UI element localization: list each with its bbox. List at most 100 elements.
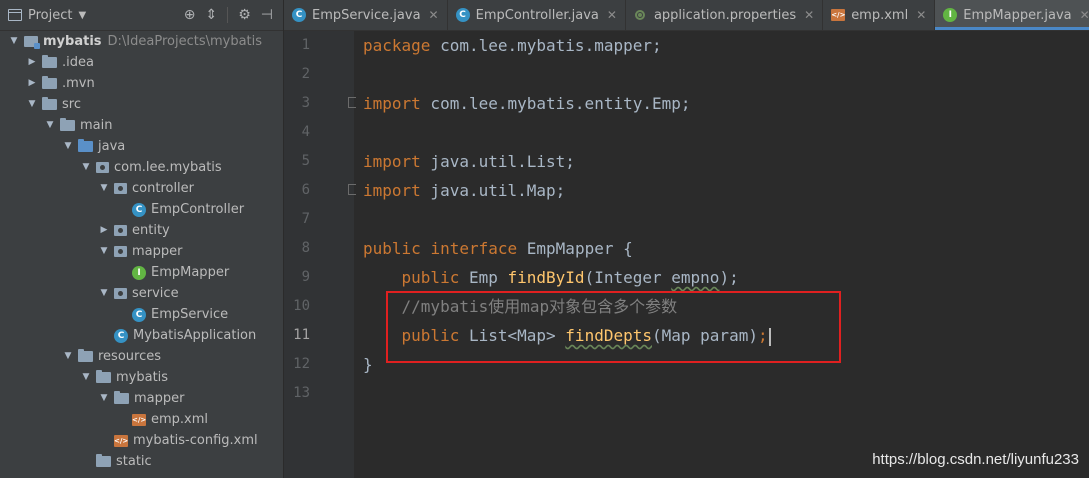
chevron-right-icon[interactable]: ▶ [26, 52, 38, 73]
tree-item-mvn[interactable]: ▶ .mvn [26, 73, 95, 94]
code-text: } [363, 355, 373, 374]
tree-item-main[interactable]: ▼ main [44, 115, 112, 136]
close-icon[interactable]: ✕ [804, 8, 814, 22]
package-icon [96, 162, 109, 173]
folder-icon [42, 76, 57, 89]
code-line-1: package com.lee.mybatis.mapper; [363, 31, 662, 60]
line-number: 5 [301, 153, 310, 169]
properties-file-icon [634, 8, 648, 22]
red-highlight-box [386, 291, 841, 363]
code-text: com.lee.mybatis.mapper; [430, 36, 662, 55]
tree-item-mapper-folder[interactable]: ▼ mapper [98, 388, 184, 409]
chevron-down-icon[interactable]: ▼ [62, 346, 74, 367]
chevron-down-icon[interactable]: ▼ [80, 367, 92, 388]
tree-item-entity[interactable]: ▶ entity [98, 220, 170, 241]
tab-label: EmpMapper.java [963, 7, 1072, 23]
keyword: package [363, 36, 431, 55]
chevron-down-icon[interactable]: ▼ [80, 157, 92, 178]
line-number: 4 [301, 124, 310, 140]
package-icon [114, 288, 127, 299]
close-icon[interactable]: ✕ [429, 8, 439, 22]
tree-item-label: mybatis [116, 370, 169, 385]
code-editor[interactable]: 1 2 3 4 5 6 7 8 9 10 11 12 13 package co… [284, 31, 1089, 478]
tree-item-label: .idea [62, 55, 94, 70]
chevron-down-icon[interactable]: ▼ [78, 10, 86, 21]
code-line-5: import java.util.List; [363, 147, 575, 176]
chevron-right-icon[interactable]: ▶ [26, 73, 38, 94]
tree-item-mapper-package[interactable]: ▼ mapper [98, 241, 183, 262]
line-number: 1 [301, 37, 310, 53]
locate-file-icon[interactable]: ⊕ [184, 7, 196, 23]
chevron-down-icon[interactable]: ▼ [44, 115, 56, 136]
gear-icon[interactable]: ⚙ [238, 7, 251, 23]
tree-item-label: controller [132, 181, 195, 196]
tree-item-label: java [98, 139, 126, 154]
line-number: 3 [301, 95, 310, 111]
code-line-8: public interface EmpMapper { [363, 234, 633, 263]
tree-item-mybatis-resources[interactable]: ▼ mybatis [80, 367, 168, 388]
tab-empmapper-java[interactable]: I EmpMapper.java ✕ [935, 0, 1089, 30]
tree-item-empservice[interactable]: C EmpService [132, 304, 228, 325]
tree-item-java[interactable]: ▼ java [62, 136, 125, 157]
project-window-icon [8, 9, 22, 21]
line-number-gutter: 1 2 3 4 5 6 7 8 9 10 11 12 13 [284, 31, 356, 478]
tree-item-empmapper[interactable]: I EmpMapper [132, 262, 229, 283]
tree-item-com-lee-mybatis[interactable]: ▼ com.lee.mybatis [80, 157, 222, 178]
code-text: ); [719, 268, 739, 287]
tree-item-label: entity [132, 223, 170, 238]
tree-item-label: mybatis [43, 34, 102, 49]
class-icon: C [132, 307, 146, 322]
tree-item-src[interactable]: ▼ src [26, 94, 81, 115]
tree-item-resources[interactable]: ▼ resources [62, 346, 161, 367]
tab-application-properties[interactable]: application.properties ✕ [626, 0, 824, 30]
close-icon[interactable]: ✕ [1080, 8, 1089, 22]
tab-label: emp.xml [851, 7, 909, 23]
chevron-down-icon[interactable]: ▼ [26, 94, 38, 115]
tree-item-mybatis-root[interactable]: ▼ mybatis D:\IdeaProjects\mybatis [8, 31, 262, 52]
tree-item-label: MybatisApplication [133, 328, 257, 343]
tree-item-label: resources [98, 349, 162, 364]
hide-panel-icon[interactable]: ⊣ [261, 7, 273, 23]
resources-folder-icon [78, 349, 93, 362]
folder-icon [96, 370, 111, 383]
tree-item-mybatis-config-xml[interactable]: </> mybatis-config.xml [114, 430, 258, 451]
tree-item-controller[interactable]: ▼ controller [98, 178, 195, 199]
tree-item-label: com.lee.mybatis [114, 160, 222, 175]
tree-item-label: main [80, 118, 113, 133]
chevron-down-icon[interactable]: ▼ [98, 241, 110, 262]
tree-item-service[interactable]: ▼ service [98, 283, 179, 304]
tab-empservice-java[interactable]: C EmpService.java ✕ [284, 0, 448, 30]
line-number: 13 [293, 385, 310, 401]
tree-item-label: .mvn [62, 76, 95, 91]
watermark-text: https://blog.csdn.net/liyunfu233 [872, 451, 1079, 468]
package-icon [114, 183, 127, 194]
chevron-down-icon[interactable]: ▼ [98, 283, 110, 304]
chevron-right-icon[interactable]: ▶ [98, 220, 110, 241]
chevron-down-icon[interactable]: ▼ [98, 388, 110, 409]
fold-marker-icon[interactable] [348, 97, 356, 108]
project-view-selector[interactable]: Project [28, 8, 72, 23]
fold-marker-icon[interactable] [348, 184, 356, 195]
tree-item-label: EmpService [151, 307, 229, 322]
spring-boot-class-icon: C [114, 328, 128, 343]
code-line-3: import com.lee.mybatis.entity.Emp; [363, 89, 691, 118]
line-number: 2 [301, 66, 310, 82]
tree-item-mybatisapplication[interactable]: C MybatisApplication [114, 325, 256, 346]
close-icon[interactable]: ✕ [916, 8, 926, 22]
chevron-down-icon[interactable]: ▼ [62, 136, 74, 157]
tree-item-emp-xml[interactable]: </> emp.xml [132, 409, 208, 430]
keyword: import [363, 181, 421, 200]
tree-item-idea[interactable]: ▶ .idea [26, 52, 94, 73]
class-icon: C [292, 8, 306, 22]
collapse-all-icon[interactable]: ⇕ [206, 7, 218, 23]
tree-item-static[interactable]: static [96, 451, 152, 472]
code-text: Emp [459, 268, 508, 287]
toolbar-divider [227, 7, 229, 23]
chevron-down-icon[interactable]: ▼ [8, 31, 20, 52]
xml-file-icon: </> [132, 413, 147, 426]
tree-item-empcontroller[interactable]: C EmpController [132, 199, 244, 220]
close-icon[interactable]: ✕ [607, 8, 617, 22]
chevron-down-icon[interactable]: ▼ [98, 178, 110, 199]
tab-emp-xml[interactable]: </> emp.xml ✕ [823, 0, 936, 30]
tab-empcontroller-java[interactable]: C EmpController.java ✕ [448, 0, 626, 30]
